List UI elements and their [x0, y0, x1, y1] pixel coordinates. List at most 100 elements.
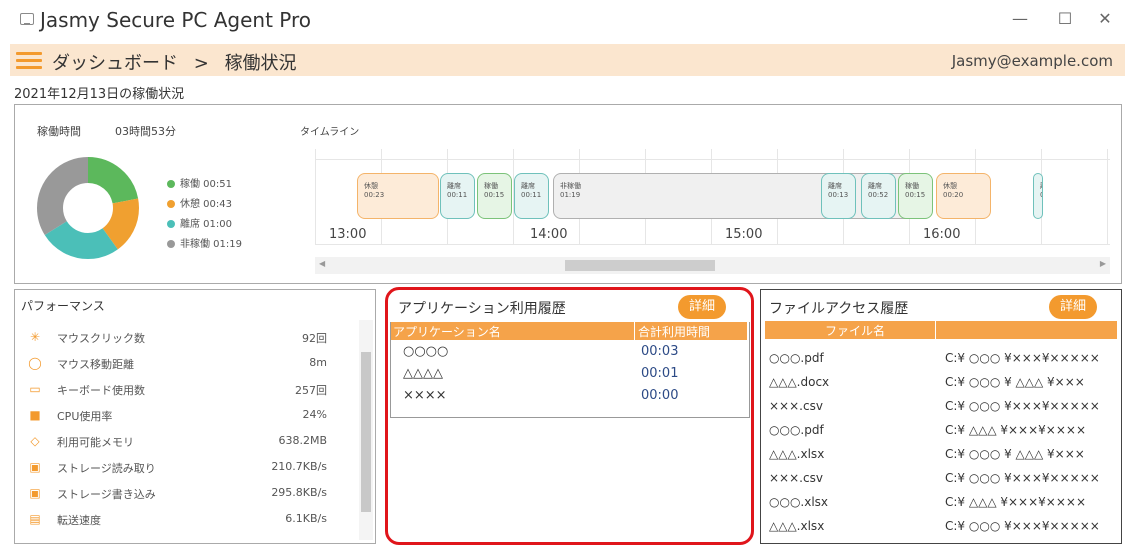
- table-row[interactable]: ○○○.pdf C:¥ ○○○ ¥×××¥×××××: [765, 346, 1117, 370]
- breadcrumb-dashboard[interactable]: ダッシュボード: [52, 53, 178, 74]
- timeline-block-label: 離: [1040, 182, 1042, 191]
- performance-label: ストレージ読み取り: [57, 462, 156, 475]
- scroll-left-icon[interactable]: ◀: [319, 259, 325, 268]
- timeline-block[interactable]: 休憩 00:23: [357, 173, 439, 219]
- uptime-panel: 稼働時間 03時間53分 稼働 00:51 休憩 00:43 離席 01:00 非稼働…: [14, 104, 1122, 284]
- performance-scrollbar[interactable]: [359, 320, 373, 540]
- cpu-icon: ■: [29, 408, 41, 422]
- timeline-block[interactable]: 稼働 00:15: [477, 173, 512, 219]
- timeline-scrollbar[interactable]: ◀ ▶: [315, 257, 1110, 274]
- app-time-cell: 00:03: [641, 344, 679, 359]
- legend-item: 離席 01:00: [167, 215, 242, 230]
- table-header: ファイル名: [765, 321, 1117, 339]
- title-bar: Jasmy Secure PC Agent Pro — ☐ ✕: [0, 0, 1135, 40]
- timeline-block-duration: 00:13: [828, 191, 849, 199]
- app-name-cell: △△△△: [403, 366, 443, 381]
- performance-value: 257回: [295, 384, 327, 397]
- activity-donut-chart: [37, 157, 139, 259]
- performance-value: 638.2MB: [278, 434, 327, 447]
- maximize-button[interactable]: ☐: [1045, 8, 1085, 30]
- col-file-name[interactable]: ファイル名: [825, 322, 885, 339]
- file-path-cell: C:¥ ○○○ ¥ △△△ ¥×××: [945, 447, 1085, 461]
- file-access-detail-button[interactable]: 詳細: [1049, 295, 1097, 319]
- timeline-block-duration: 00:20: [943, 191, 964, 199]
- file-path-cell: C:¥ ○○○ ¥×××¥×××××: [945, 471, 1100, 485]
- timeline-tick-label: 15:00: [725, 227, 763, 242]
- file-access-title: ファイルアクセス履歴: [769, 301, 909, 317]
- storage-write-icon: ▣: [29, 486, 41, 500]
- timeline-block-label: 休憩: [943, 182, 957, 190]
- timeline-tick-label: 14:00: [530, 227, 568, 242]
- header-bar: ダッシュボード > 稼働状況 Jasmy@example.com: [10, 44, 1125, 76]
- table-row[interactable]: ×××.csv C:¥ ○○○ ¥×××¥×××××: [765, 394, 1117, 418]
- timeline-block-duration: 00:15: [905, 191, 926, 199]
- performance-item: ■ CPU使用率 24%: [27, 404, 337, 430]
- file-access-list: ○○○.pdf C:¥ ○○○ ¥×××¥××××× △△△.docx C:¥ ○○○…: [765, 346, 1117, 538]
- hamburger-menu-icon[interactable]: [16, 52, 42, 70]
- file-name-cell: △△△.xlsx: [769, 519, 825, 533]
- table-row[interactable]: ○○○.xlsx C:¥ △△△ ¥×××¥××××: [765, 490, 1117, 514]
- table-row[interactable]: △△△.xlsx C:¥ ○○○ ¥×××¥×××××: [765, 514, 1117, 538]
- legend-label: 稼働 00:51: [180, 179, 232, 190]
- file-name-cell: △△△.docx: [769, 375, 830, 389]
- legend-item: 休憩 00:43: [167, 195, 242, 210]
- file-name-cell: △△△.xlsx: [769, 447, 825, 461]
- performance-panel: パフォーマンス ✳ マウスクリック数 92回 ◯ マウス移動距離 8m ▭ キーボード使用数 2…: [14, 289, 376, 544]
- legend-label: 非稼働 01:19: [180, 239, 242, 250]
- timeline-block[interactable]: 離0: [1033, 173, 1043, 219]
- legend-item: 非稼働 01:19: [167, 235, 242, 250]
- table-row[interactable]: △△△△ 00:01: [391, 362, 749, 384]
- performance-label: 利用可能メモリ: [57, 436, 134, 449]
- legend-label: 休憩 00:43: [180, 199, 232, 210]
- timeline-block-label: 離席: [447, 182, 461, 190]
- performance-item: ◇ 利用可能メモリ 638.2MB: [27, 430, 337, 456]
- timeline-block[interactable]: 離席 00:11: [440, 173, 475, 219]
- performance-value: 295.8KB/s: [271, 486, 327, 499]
- timeline-block[interactable]: 休憩 00:20: [936, 173, 991, 219]
- minimize-button[interactable]: —: [1000, 8, 1040, 30]
- timeline-block[interactable]: 離席 00:13: [821, 173, 856, 219]
- legend-dot-icon: [167, 180, 175, 188]
- timeline-block[interactable]: 稼働 00:15: [898, 173, 933, 219]
- table-row[interactable]: ×××× 00:00: [391, 384, 749, 406]
- col-total-time[interactable]: 合計利用時間: [638, 323, 710, 340]
- timeline-block[interactable]: 離席 00:52: [861, 173, 896, 219]
- timeline-block-duration: 0: [1040, 191, 1042, 200]
- table-row[interactable]: ×××.csv C:¥ ○○○ ¥×××¥×××××: [765, 466, 1117, 490]
- scroll-right-icon[interactable]: ▶: [1100, 259, 1106, 268]
- timeline-block-label: 離席: [868, 182, 882, 190]
- app-name-cell: ××××: [403, 388, 447, 403]
- legend-label: 離席 01:00: [180, 219, 232, 230]
- performance-value: 6.1KB/s: [285, 512, 327, 525]
- timeline-block-label: 稼働: [484, 182, 498, 190]
- performance-title: パフォーマンス: [21, 299, 105, 313]
- performance-item: ✳ マウスクリック数 92回: [27, 326, 337, 352]
- app-name-cell: ○○○○: [403, 344, 449, 359]
- table-row[interactable]: ○○○.pdf C:¥ △△△ ¥×××¥××××: [765, 418, 1117, 442]
- timeline-tick-label: 16:00: [923, 227, 961, 242]
- performance-label: キーボード使用数: [57, 384, 145, 397]
- activity-legend: 稼働 00:51 休憩 00:43 離席 01:00 非稼働 01:19: [167, 175, 242, 255]
- table-row[interactable]: △△△.xlsx C:¥ ○○○ ¥ △△△ ¥×××: [765, 442, 1117, 466]
- mouse-move-icon: ◯: [28, 356, 42, 370]
- timeline-label: タイムライン: [300, 127, 360, 138]
- timeline-block-label: 稼働: [905, 182, 919, 190]
- app-usage-table: アプリケーション名 合計利用時間 ○○○○ 00:03 △△△△ 00:01 ×××× 0…: [390, 322, 750, 418]
- timeline-block[interactable]: 離席 00:11: [514, 173, 549, 219]
- app-monitor-icon: [20, 13, 34, 25]
- close-button[interactable]: ✕: [1085, 8, 1125, 30]
- table-header: アプリケーション名 合計利用時間: [391, 322, 749, 340]
- performance-item: ▣ ストレージ書き込み 295.8KB/s: [27, 482, 337, 508]
- breadcrumb-current: 稼働状況: [224, 53, 297, 74]
- legend-dot-icon: [167, 200, 175, 208]
- table-row[interactable]: ○○○○ 00:03: [391, 340, 749, 362]
- app-time-cell: 00:00: [641, 388, 679, 403]
- timeline-block-duration: 00:52: [868, 191, 889, 199]
- timeline-scroll-thumb[interactable]: [565, 260, 715, 271]
- timeline-block-label: 休憩: [364, 182, 378, 190]
- performance-scroll-thumb[interactable]: [361, 352, 371, 512]
- table-row[interactable]: △△△.docx C:¥ ○○○ ¥ △△△ ¥×××: [765, 370, 1117, 394]
- file-path-cell: C:¥ ○○○ ¥×××¥×××××: [945, 519, 1100, 533]
- app-usage-detail-button[interactable]: 詳細: [678, 295, 726, 319]
- col-app-name[interactable]: アプリケーション名: [393, 323, 501, 340]
